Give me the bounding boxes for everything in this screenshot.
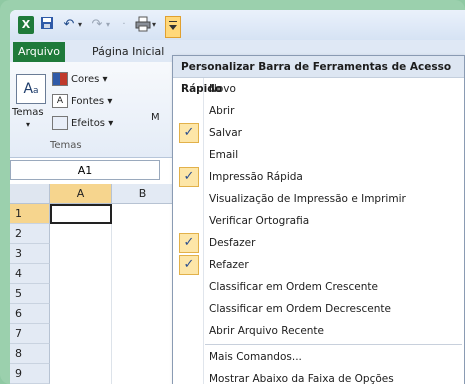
menu-item-abrir[interactable]: Abrir: [173, 100, 464, 122]
menu-item-refazer[interactable]: ✓ Refazer: [173, 254, 464, 276]
menu-item-label: Classificar em Ordem Crescente: [209, 281, 378, 293]
menu-item-abrir-arquivo-recente[interactable]: Abrir Arquivo Recente: [173, 320, 464, 342]
column-header-a[interactable]: A: [50, 184, 112, 204]
separator-icon: ·: [122, 19, 126, 30]
menu-item-label: Email: [209, 149, 239, 161]
menu-item-label: Salvar: [209, 127, 242, 139]
check-icon: ✓: [179, 167, 199, 187]
row-header-6[interactable]: 6: [10, 304, 50, 324]
truncated-ribbon-label: M: [151, 112, 160, 123]
efeitos-label: Efeitos: [71, 118, 106, 129]
tab-pagina-inicial[interactable]: Página Inicial: [92, 42, 164, 62]
menu-item-label: Mais Comandos...: [209, 351, 302, 363]
save-icon[interactable]: [40, 16, 54, 34]
fontes-label: Fontes: [71, 96, 105, 107]
selected-cell-a1[interactable]: [50, 204, 112, 224]
efeitos-button[interactable]: Efeitos ▾: [52, 116, 113, 132]
cores-icon: [52, 72, 68, 86]
menu-item-ordem-crescente[interactable]: Classificar em Ordem Crescente: [173, 276, 464, 298]
menu-item-label: Refazer: [209, 259, 249, 271]
chevron-down-icon[interactable]: ▾: [26, 120, 30, 129]
menu-item-label: Novo: [209, 83, 236, 95]
tab-arquivo[interactable]: Arquivo: [13, 42, 65, 62]
print-dropdown-icon[interactable]: ▾: [150, 16, 158, 34]
undo-dropdown-icon[interactable]: ▾: [76, 16, 84, 34]
row-header-5[interactable]: 5: [10, 284, 50, 304]
redo-dropdown-icon[interactable]: ▾: [104, 16, 112, 34]
menu-item-email[interactable]: Email: [173, 144, 464, 166]
cores-button[interactable]: Cores ▾: [52, 72, 108, 88]
check-icon: ✓: [179, 123, 199, 143]
menu-item-label: Abrir: [209, 105, 235, 117]
temas-button-label[interactable]: Temas: [12, 107, 44, 118]
menu-item-label: Verificar Ortografia: [209, 215, 310, 227]
column-header-b[interactable]: B: [112, 184, 174, 204]
efeitos-icon: [52, 116, 68, 130]
menu-item-mostrar-abaixo-faixa[interactable]: Mostrar Abaixo da Faixa de Opções: [173, 368, 464, 384]
menu-item-label: Visualização de Impressão e Imprimir: [209, 193, 406, 205]
row-header-8[interactable]: 8: [10, 344, 50, 364]
check-icon: ✓: [179, 233, 199, 253]
quick-access-toolbar: X ↶ ▾ ↷ ▾ · ▾: [10, 10, 465, 40]
cells-column-a[interactable]: [50, 224, 112, 384]
menu-item-ordem-decrescente[interactable]: Classificar em Ordem Decrescente: [173, 298, 464, 320]
menu-item-label: Classificar em Ordem Decrescente: [209, 303, 391, 315]
menu-item-label: Desfazer: [209, 237, 256, 249]
menu-separator: [205, 344, 462, 345]
row-header-9[interactable]: 9: [10, 364, 50, 384]
menu-item-impressao-rapida[interactable]: ✓ Impressão Rápida: [173, 166, 464, 188]
name-box[interactable]: A1: [10, 160, 160, 180]
customize-qat-menu: Personalizar Barra de Ferramentas de Ace…: [172, 55, 465, 384]
menu-item-salvar[interactable]: ✓ Salvar: [173, 122, 464, 144]
menu-item-verificar-ortografia[interactable]: Verificar Ortografia: [173, 210, 464, 232]
row-header-3[interactable]: 3: [10, 244, 50, 264]
menu-item-label: Impressão Rápida: [209, 171, 303, 183]
cells-column-b[interactable]: [112, 204, 174, 384]
menu-item-novo[interactable]: Novo: [173, 78, 464, 100]
excel-icon[interactable]: X: [18, 16, 34, 34]
customize-arrow-icon[interactable]: [165, 16, 181, 38]
temas-icon[interactable]: Aa: [16, 74, 46, 104]
menu-item-visualizacao-impressao[interactable]: Visualização de Impressão e Imprimir: [173, 188, 464, 210]
row-header-7[interactable]: 7: [10, 324, 50, 344]
temas-group-label: Temas: [50, 140, 82, 151]
excel-window: X ↶ ▾ ↷ ▾ · ▾ Arquivo Página Inicial Aa …: [10, 10, 465, 384]
menu-item-label: Mostrar Abaixo da Faixa de Opções: [209, 373, 394, 384]
row-header-4[interactable]: 4: [10, 264, 50, 284]
cores-label: Cores: [71, 74, 100, 85]
menu-item-desfazer[interactable]: ✓ Desfazer: [173, 232, 464, 254]
fontes-icon: A: [52, 94, 68, 108]
menu-title: Personalizar Barra de Ferramentas de Ace…: [173, 56, 464, 95]
menu-item-mais-comandos[interactable]: Mais Comandos...: [173, 346, 464, 368]
row-header-1[interactable]: 1: [10, 204, 50, 224]
menu-item-label: Abrir Arquivo Recente: [209, 325, 325, 337]
fontes-button[interactable]: A Fontes ▾: [52, 94, 112, 110]
spreadsheet-grid: A B 1 2 3 4 5 6 7 8 9: [10, 184, 174, 384]
row-header-2[interactable]: 2: [10, 224, 50, 244]
check-icon: ✓: [179, 255, 199, 275]
select-all-corner[interactable]: [10, 184, 50, 204]
